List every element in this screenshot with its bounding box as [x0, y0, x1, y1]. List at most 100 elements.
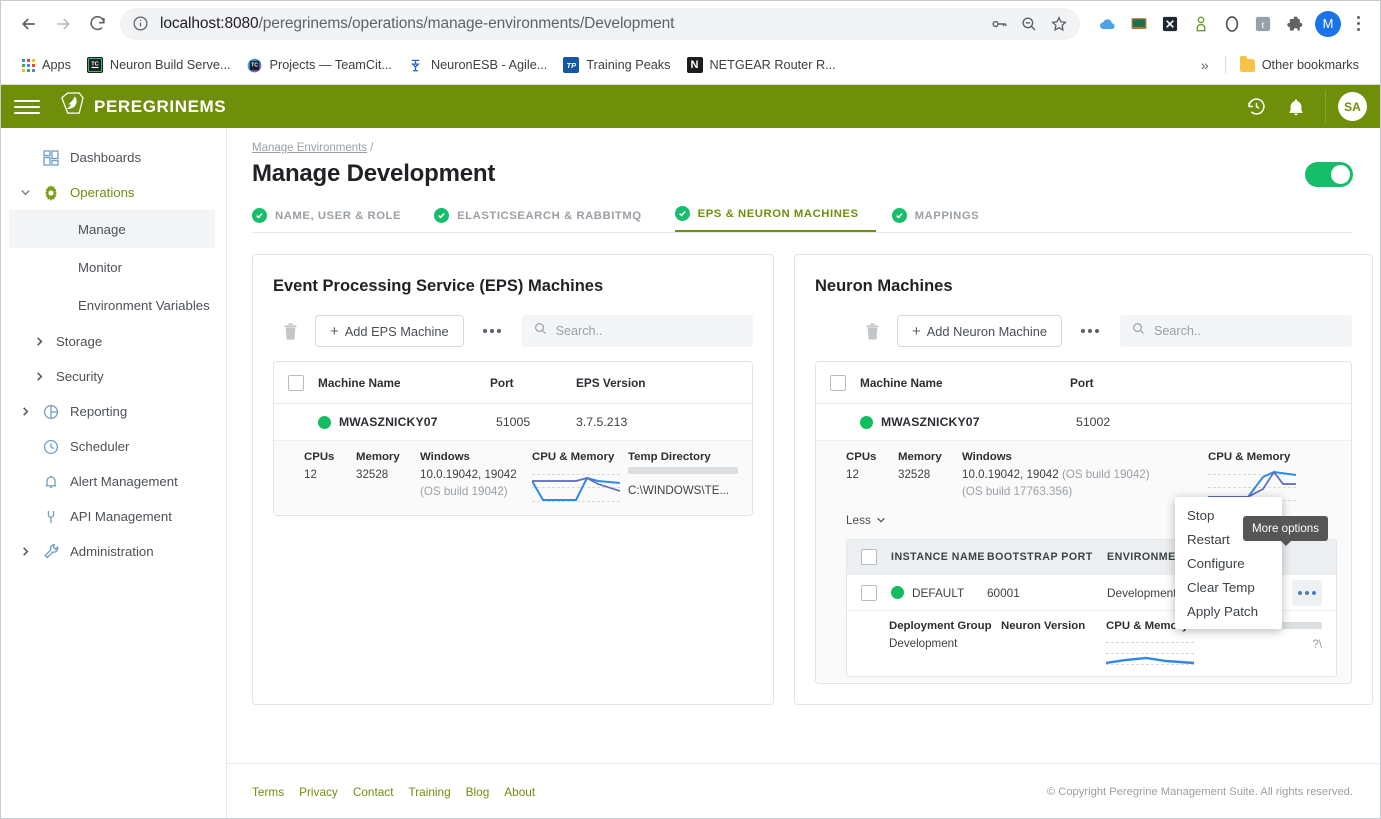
url-host: localhost:8080 [160, 14, 259, 32]
bookmark-projects-teamcity[interactable]: TC Projects — TeamCit... [239, 53, 400, 77]
brand[interactable]: PEREGRINEMS [58, 91, 226, 122]
browser-window: localhost:8080/peregrinems/operations/ma… [0, 0, 1381, 819]
sidebar-item-monitor[interactable]: Monitor [0, 248, 226, 286]
peregrine-feather-logo [58, 91, 85, 122]
menu-item-clear-temp[interactable]: Clear Temp [1175, 575, 1282, 599]
sidebar-item-dashboards[interactable]: Dashboards [0, 140, 226, 175]
breadcrumb-manage-environments[interactable]: Manage Environments [252, 142, 367, 154]
eps-select-all-checkbox[interactable] [288, 374, 304, 391]
other-bookmarks-folder[interactable]: Other bookmarks [1232, 54, 1367, 76]
eps-cpus-label: CPUs [304, 451, 335, 463]
screen-icon[interactable] [1126, 11, 1152, 37]
panels-container: Event Processing Service (EPS) Machines … [227, 233, 1381, 705]
three-dot-menu-icon[interactable] [1347, 16, 1369, 31]
bookmark-neuron-build-server[interactable]: TC Neuron Build Serve... [79, 53, 239, 77]
footer-link-blog[interactable]: Blog [466, 785, 490, 799]
add-eps-machine-button[interactable]: + Add EPS Machine [315, 315, 464, 347]
breadcrumb-separator: / [370, 142, 374, 154]
eps-temp-directory-label: Temp Directory [628, 451, 711, 463]
forward-arrow-icon[interactable] [46, 7, 80, 41]
neuron-search-placeholder: Search.. [1154, 324, 1201, 338]
sidebar-item-alert-management[interactable]: Alert Management [0, 464, 226, 499]
neuron-search-input[interactable]: Search.. [1120, 315, 1352, 347]
status-online-indicator [860, 415, 873, 429]
footer-link-terms[interactable]: Terms [252, 785, 284, 799]
svg-text:t: t [1261, 19, 1264, 31]
teamcity-icon: TC [247, 57, 263, 73]
add-neuron-machine-label: Add Neuron Machine [926, 323, 1047, 339]
tab-mappings[interactable]: MAPPINGS [891, 208, 997, 232]
sidebar-item-storage[interactable]: Storage [0, 324, 226, 359]
neuron-os-value: 10.0.19042, 19042 [962, 468, 1059, 481]
sidebar-item-reporting[interactable]: Reporting [0, 394, 226, 429]
puzzle-icon[interactable] [1281, 11, 1307, 37]
bookmarks-overflow-icon[interactable]: » [1191, 57, 1219, 73]
chevron-right-icon[interactable] [32, 371, 46, 382]
page-title: Manage Development [252, 160, 496, 187]
address-bar[interactable]: localhost:8080/peregrinems/operations/ma… [120, 7, 1080, 40]
bookmark-apps[interactable]: Apps [14, 54, 79, 76]
menu-item-configure[interactable]: Configure [1175, 551, 1282, 575]
chevron-right-icon[interactable] [18, 546, 32, 557]
footer-link-about[interactable]: About [504, 785, 535, 799]
chevron-down-icon[interactable] [18, 187, 32, 198]
sidebar-item-environment-variables[interactable]: Environment Variables [0, 286, 226, 324]
bookmark-neuronesb-agile[interactable]: NeuronESB - Agile... [400, 53, 555, 77]
sidebar-item-scheduler[interactable]: Scheduler [0, 429, 226, 464]
eps-search-input[interactable]: Search.. [521, 315, 753, 347]
eps-cpus-value: 12 [304, 468, 317, 481]
instance-more-options-button[interactable] [1292, 579, 1322, 606]
zoom-out-icon[interactable] [1016, 11, 1042, 37]
chevron-right-icon[interactable] [18, 406, 32, 417]
instance-environment: Development [1107, 585, 1177, 600]
trainingpeaks-icon: TP [563, 57, 580, 73]
svg-text:TC: TC [251, 62, 258, 68]
back-arrow-icon[interactable] [12, 7, 46, 41]
main-content: Manage Environments / Manage Development… [227, 128, 1381, 819]
dashboard-grid-icon [42, 149, 60, 166]
instance-row-checkbox[interactable] [861, 584, 877, 601]
star-icon[interactable] [1046, 11, 1072, 37]
neuron-more-options-button[interactable] [1072, 315, 1108, 347]
bookmarks-bar: Apps TC Neuron Build Serve... TC Project… [0, 47, 1381, 83]
x-icon[interactable] [1157, 11, 1183, 37]
footer-link-training[interactable]: Training [408, 785, 450, 799]
tab-elasticsearch-rabbitmq[interactable]: ELASTICSEARCH & RABBITMQ [434, 208, 659, 232]
footer-link-privacy[interactable]: Privacy [299, 785, 338, 799]
reload-icon[interactable] [80, 7, 114, 41]
neuron-select-all-checkbox[interactable] [830, 374, 846, 391]
chevron-right-icon[interactable] [32, 336, 46, 347]
eps-more-options-button[interactable] [474, 315, 510, 347]
person-icon[interactable] [1188, 11, 1214, 37]
profile-avatar[interactable]: M [1315, 10, 1341, 37]
history-clock-icon[interactable] [1239, 90, 1273, 124]
sidebar-item-operations[interactable]: Operations [0, 175, 226, 210]
t-icon[interactable]: t [1250, 11, 1276, 37]
sidebar-item-api-management[interactable]: API Management [0, 499, 226, 534]
bookmark-label: Neuron Build Serve... [109, 58, 231, 72]
key-icon[interactable] [986, 11, 1012, 37]
add-neuron-machine-button[interactable]: + Add Neuron Machine [897, 315, 1062, 347]
footer-link-contact[interactable]: Contact [353, 785, 394, 799]
table-row[interactable]: MWASZNICKY07 51005 3.7.5.213 [274, 404, 752, 440]
hamburger-menu-icon[interactable] [14, 97, 40, 117]
sidebar-item-security[interactable]: Security [0, 359, 226, 394]
trash-icon[interactable] [273, 314, 307, 348]
opera-icon[interactable] [1219, 11, 1245, 37]
sidebar-item-label: Dashboards [70, 150, 142, 165]
tab-name-user-role[interactable]: NAME, USER & ROLE [252, 208, 418, 232]
cloud-icon[interactable] [1095, 11, 1121, 37]
instances-select-all-checkbox[interactable] [861, 549, 877, 565]
menu-item-apply-patch[interactable]: Apply Patch [1175, 599, 1282, 623]
bookmark-training-peaks[interactable]: TP Training Peaks [555, 53, 678, 77]
table-row[interactable]: MWASZNICKY07 51002 [816, 404, 1351, 440]
trash-icon[interactable] [855, 314, 889, 348]
bookmark-netgear-router[interactable]: N NETGEAR Router R... [679, 53, 844, 77]
sidebar-item-administration[interactable]: Administration [0, 534, 226, 569]
avatar[interactable]: SA [1338, 92, 1367, 121]
neuron-toolbar: + Add Neuron Machine Search.. [815, 314, 1352, 348]
environment-enabled-toggle[interactable] [1305, 161, 1353, 187]
bell-icon[interactable] [1279, 90, 1313, 124]
tab-eps-neuron-machines[interactable]: EPS & NEURON MACHINES [674, 206, 876, 232]
sidebar-item-manage[interactable]: Manage [9, 210, 215, 248]
